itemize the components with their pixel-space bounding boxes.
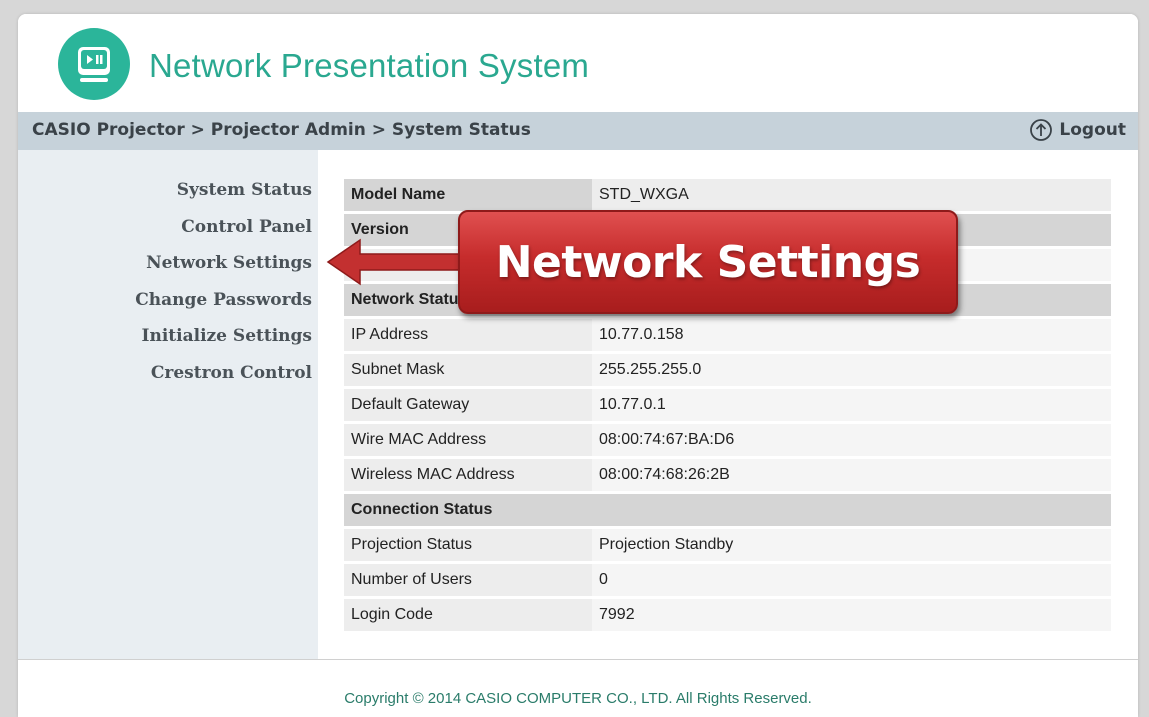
section-title: Connection Status xyxy=(344,494,1111,526)
row-value: 10.77.0.1 xyxy=(592,389,1111,421)
row-key: Projection Status xyxy=(344,529,592,561)
row-value: 08:00:74:68:26:2B xyxy=(592,459,1111,491)
header: Network Presentation System xyxy=(18,14,1138,112)
row-key: Subnet Mask xyxy=(344,354,592,386)
logout-button[interactable]: Logout xyxy=(1029,118,1126,142)
breadcrumb-bar: CASIO Projector > Projector Admin > Syst… xyxy=(18,112,1138,150)
row-key: Model Name xyxy=(344,179,592,211)
copyright-text: Copyright © 2014 CASIO COMPUTER CO., LTD… xyxy=(344,690,812,707)
sidebar-item-network-settings[interactable]: Network Settings xyxy=(146,253,312,273)
table-row: Model Name STD_WXGA xyxy=(344,179,1111,211)
row-key: Wireless MAC Address xyxy=(344,459,592,491)
row-value: 7992 xyxy=(592,599,1111,631)
row-key: Default Gateway xyxy=(344,389,592,421)
callout-banner: Network Settings xyxy=(458,210,958,314)
row-value: 255.255.255.0 xyxy=(592,354,1111,386)
logout-label: Logout xyxy=(1059,120,1126,140)
row-value: 08:00:74:67:BA:D6 xyxy=(592,424,1111,456)
sidebar-item-initialize-settings[interactable]: Initialize Settings xyxy=(142,326,312,346)
table-row: Number of Users 0 xyxy=(344,564,1111,596)
app-logo xyxy=(58,28,130,100)
sidebar: System Status Control Panel Network Sett… xyxy=(18,150,318,659)
row-value: 0 xyxy=(592,564,1111,596)
sidebar-item-system-status[interactable]: System Status xyxy=(177,180,312,200)
row-key: Wire MAC Address xyxy=(344,424,592,456)
sidebar-item-change-passwords[interactable]: Change Passwords xyxy=(135,290,312,310)
table-row: Wireless MAC Address 08:00:74:68:26:2B xyxy=(344,459,1111,491)
row-key: Number of Users xyxy=(344,564,592,596)
row-key: IP Address xyxy=(344,319,592,351)
breadcrumb: CASIO Projector > Projector Admin > Syst… xyxy=(32,120,531,140)
sidebar-item-control-panel[interactable]: Control Panel xyxy=(181,217,312,237)
footer: Copyright © 2014 CASIO COMPUTER CO., LTD… xyxy=(18,659,1138,717)
play-pause-screen-icon xyxy=(78,47,110,82)
callout-text: Network Settings xyxy=(495,236,921,288)
row-value: STD_WXGA xyxy=(592,179,1111,211)
table-row: Login Code 7992 xyxy=(344,599,1111,631)
row-value: Projection Standby xyxy=(592,529,1111,561)
sidebar-item-crestron-control[interactable]: Crestron Control xyxy=(151,363,312,383)
row-key: Login Code xyxy=(344,599,592,631)
app-title: Network Presentation System xyxy=(149,47,590,84)
table-row: Default Gateway 10.77.0.1 xyxy=(344,389,1111,421)
table-row: Wire MAC Address 08:00:74:67:BA:D6 xyxy=(344,424,1111,456)
table-row: Projection Status Projection Standby xyxy=(344,529,1111,561)
table-row: IP Address 10.77.0.158 xyxy=(344,319,1111,351)
circle-up-arrow-icon xyxy=(1030,119,1053,141)
page: Network Presentation System CASIO Projec… xyxy=(18,14,1138,717)
row-value: 10.77.0.158 xyxy=(592,319,1111,351)
table-row: Subnet Mask 255.255.255.0 xyxy=(344,354,1111,386)
callout-arrow-icon xyxy=(326,238,466,286)
section-row: Connection Status xyxy=(344,494,1111,526)
